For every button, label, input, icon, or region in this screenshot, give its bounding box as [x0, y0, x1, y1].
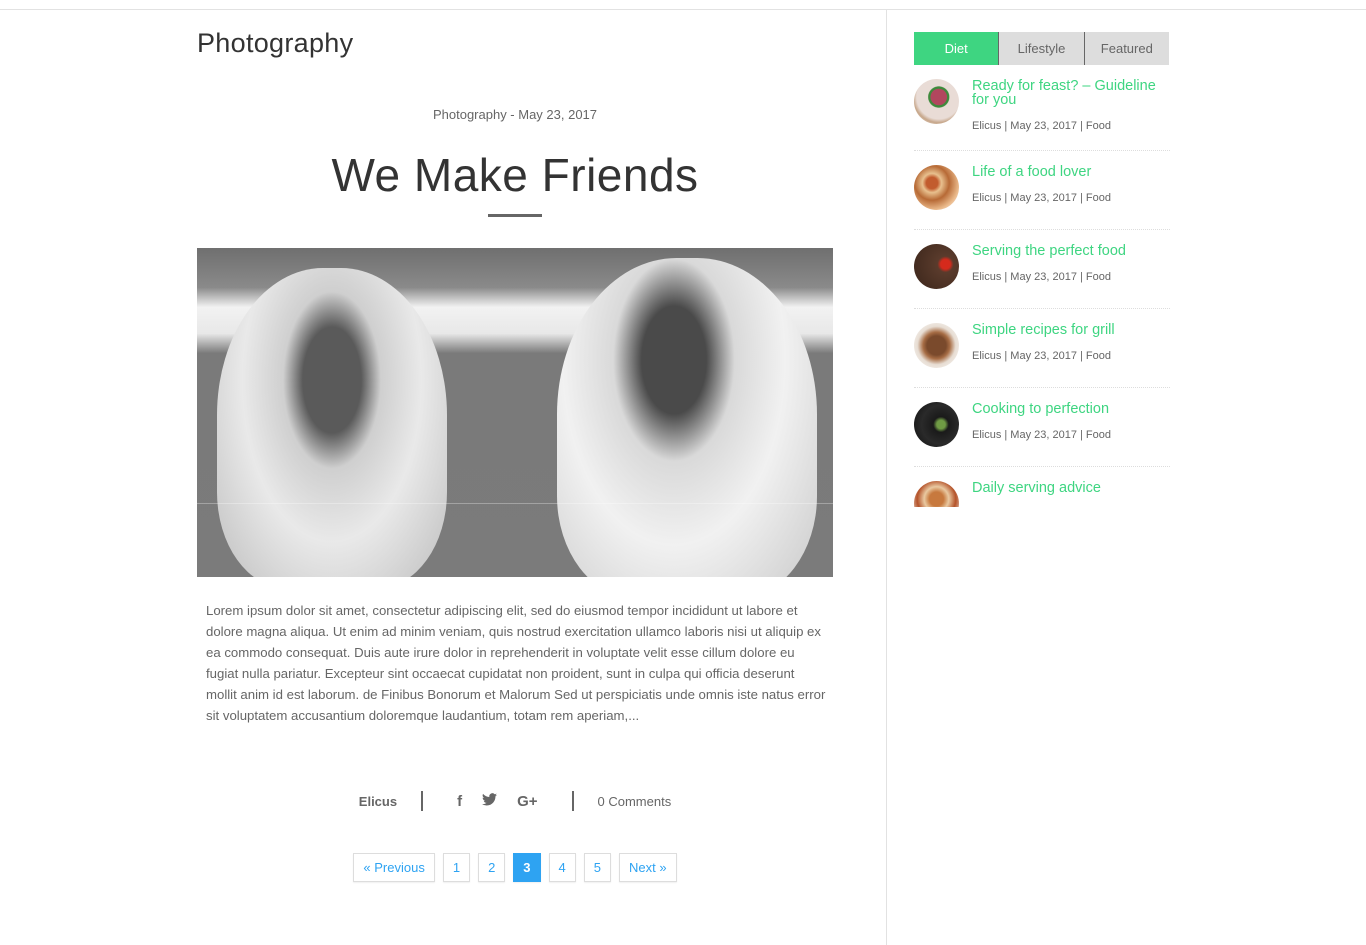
- sidebar-tabs: Diet Lifestyle Featured: [914, 32, 1169, 65]
- sidebar-post-meta: Elicus | May 23, 2017 | Food: [972, 271, 1112, 283]
- sidebar-post-title[interactable]: Ready for feast? – Guideline for you: [972, 79, 1167, 108]
- pug-left-image: [217, 268, 447, 577]
- sidebar-post-meta: Elicus | May 23, 2017 | Food: [972, 429, 1112, 441]
- sidebar-post-meta: Elicus | May 23, 2017 | Food: [972, 350, 1112, 362]
- sidebar-post-meta: Elicus | May 23, 2017 | Food: [972, 120, 1112, 132]
- list-item: Simple recipes for grill Elicus | May 23…: [914, 309, 1170, 388]
- separator: [571, 791, 574, 811]
- sidebar-post-list: Ready for feast? – Guideline for you Eli…: [914, 72, 1170, 507]
- post-excerpt: Lorem ipsum dolor sit amet, consectetur …: [206, 603, 826, 723]
- category-title: Photography: [197, 28, 354, 58]
- list-item: Cooking to perfection Elicus | May 23, 2…: [914, 388, 1170, 467]
- sidebar-post-meta: Elicus | May 23, 2017 | Food: [972, 192, 1112, 204]
- post-thumbnail[interactable]: [914, 79, 959, 124]
- post-thumbnail[interactable]: [914, 402, 959, 447]
- pug-right-image: [557, 258, 817, 577]
- next-page-button[interactable]: Next »: [619, 853, 677, 882]
- post-featured-image[interactable]: [197, 248, 833, 577]
- sidebar-post-title[interactable]: Simple recipes for grill: [972, 323, 1115, 338]
- author-link[interactable]: Elicus: [359, 794, 397, 809]
- tab-diet[interactable]: Diet: [914, 32, 999, 65]
- header-divider: [0, 9, 1366, 10]
- page-4-button[interactable]: 4: [548, 853, 576, 882]
- list-item: Ready for feast? – Guideline for you Eli…: [914, 72, 1170, 151]
- title-underline: [488, 214, 542, 217]
- list-item: Daily serving advice: [914, 467, 1170, 507]
- list-item: Life of a food lover Elicus | May 23, 20…: [914, 151, 1170, 230]
- post-meta: Photography - May 23, 2017: [432, 107, 598, 122]
- facebook-icon[interactable]: f: [457, 793, 462, 810]
- sidebar-post-title[interactable]: Cooking to perfection: [972, 402, 1109, 417]
- post-footer: Elicus f G+ 0 Comments: [197, 788, 833, 814]
- sidebar-divider: [886, 9, 887, 945]
- twitter-icon[interactable]: [482, 792, 498, 810]
- separator: [421, 791, 424, 811]
- sidebar-post-title[interactable]: Daily serving advice: [972, 481, 1101, 496]
- tab-featured[interactable]: Featured: [1083, 32, 1169, 65]
- post-thumbnail[interactable]: [914, 165, 959, 210]
- list-item: Serving the perfect food Elicus | May 23…: [914, 230, 1170, 309]
- page-3-button[interactable]: 3: [513, 853, 541, 882]
- previous-page-button[interactable]: « Previous: [353, 853, 435, 882]
- post-thumbnail[interactable]: [914, 323, 959, 368]
- image-seam: [197, 503, 833, 504]
- page-2-button[interactable]: 2: [478, 853, 506, 882]
- post-title[interactable]: We Make Friends: [197, 148, 833, 202]
- page-1-button[interactable]: 1: [442, 853, 471, 882]
- googleplus-icon[interactable]: G+: [517, 793, 537, 810]
- comments-link[interactable]: 0 Comments: [598, 794, 672, 809]
- post-thumbnail[interactable]: [914, 244, 959, 289]
- page-5-button[interactable]: 5: [583, 853, 611, 882]
- post-thumbnail[interactable]: [914, 481, 959, 507]
- tab-lifestyle[interactable]: Lifestyle: [998, 32, 1084, 65]
- sidebar-post-title[interactable]: Serving the perfect food: [972, 244, 1126, 259]
- pagination: « Previous 1 2 3 4 5 Next »: [197, 853, 833, 882]
- sidebar-post-title[interactable]: Life of a food lover: [972, 165, 1091, 180]
